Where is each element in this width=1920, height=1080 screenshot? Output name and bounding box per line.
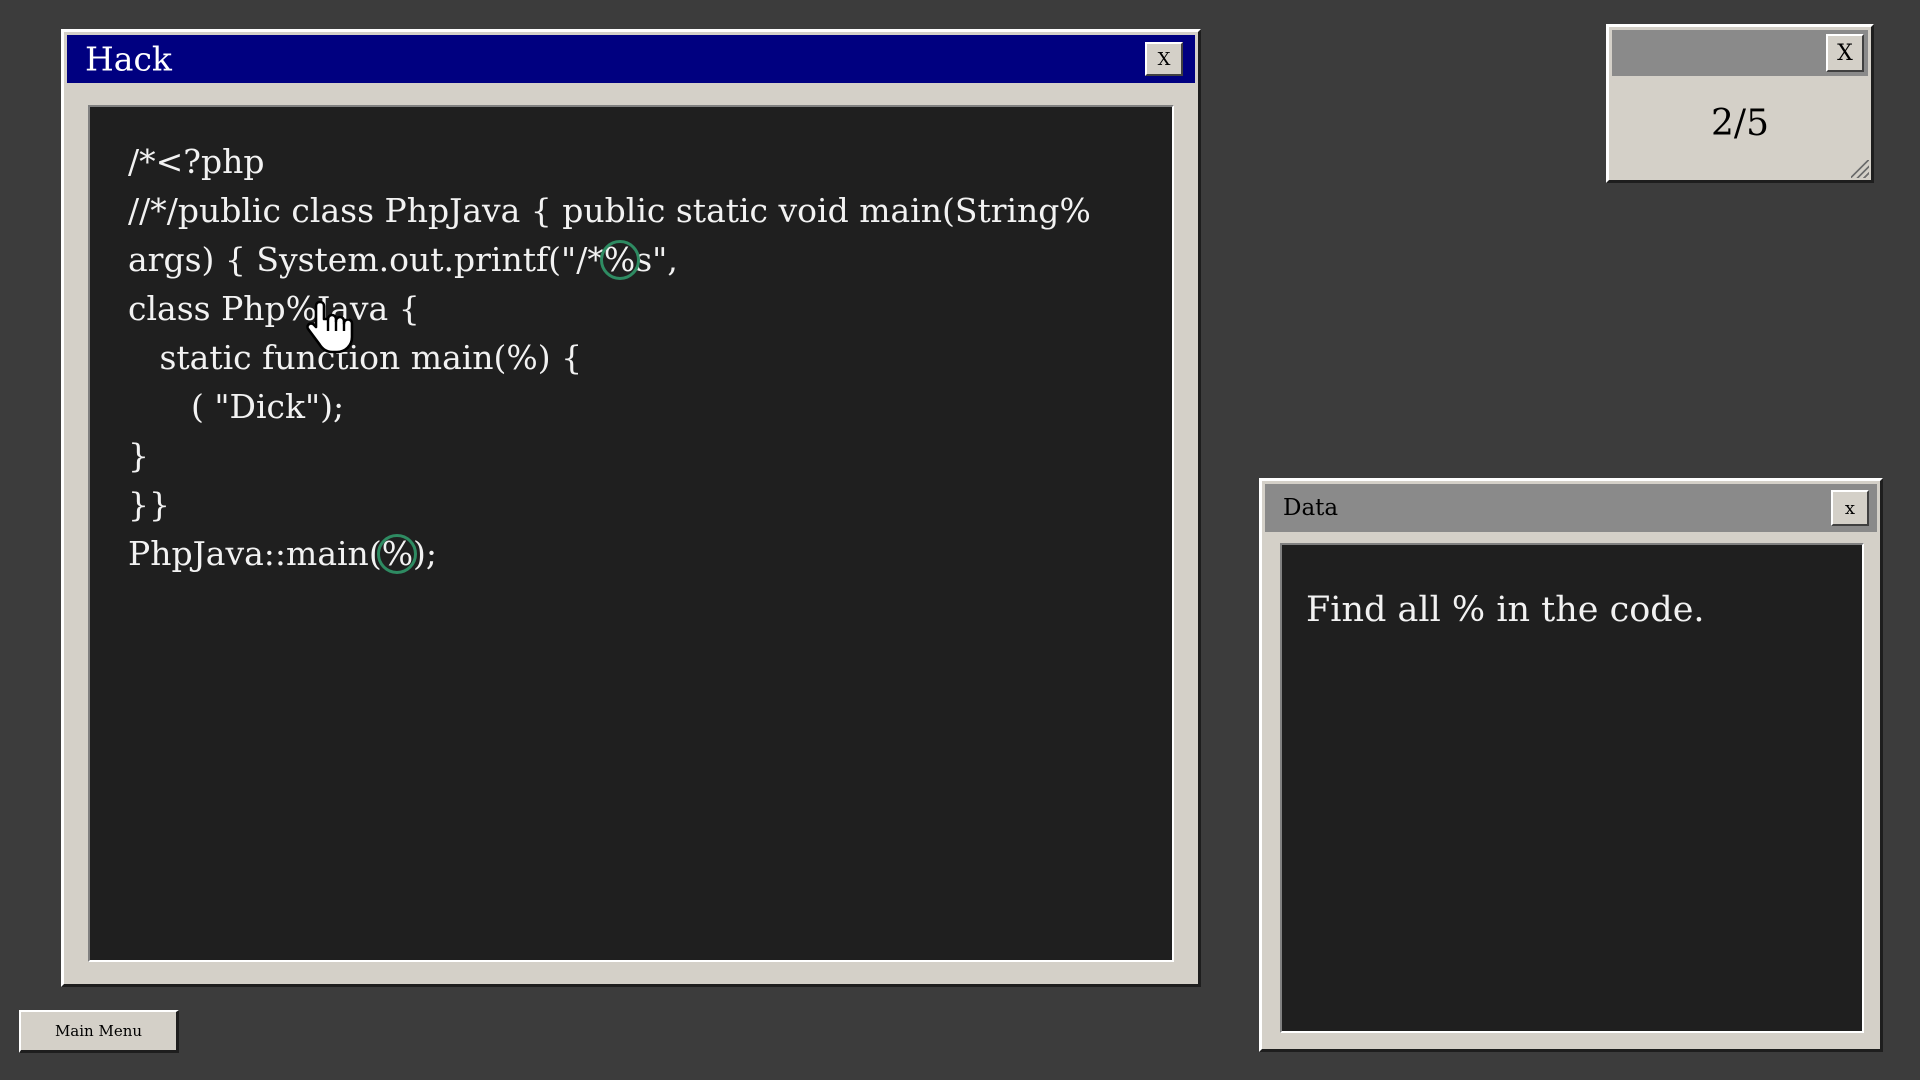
counter-window: X 2/5 [1606, 24, 1874, 183]
code-text: s", [635, 240, 678, 279]
code-text: }} [128, 485, 170, 524]
hack-close-button[interactable]: X [1145, 42, 1183, 76]
instruction-text: Find all % in the code. [1306, 590, 1705, 630]
code-line: args) { System.out.printf("/*%s", [128, 235, 1091, 284]
percent-target[interactable]: % [286, 284, 317, 333]
progress-counter: 2/5 [1711, 103, 1769, 144]
data-panel: Find all % in the code. [1280, 543, 1864, 1033]
code-line: static function main(%) { [128, 333, 1091, 382]
percent-target-found[interactable]: % [599, 235, 640, 284]
code-panel: /*<?php //*/public class PhpJava { public… [88, 105, 1174, 962]
code-text: ( "Dick"); [190, 387, 345, 426]
code-block: /*<?php //*/public class PhpJava { public… [128, 137, 1091, 578]
code-text: args) { System.out.printf("/* [128, 240, 604, 279]
hack-titlebar[interactable]: Hack X [67, 35, 1195, 83]
counter-titlebar[interactable]: X [1612, 30, 1868, 76]
code-text: static function main( [159, 338, 507, 377]
code-text: Java { [317, 289, 420, 328]
code-text: PhpJava::main( [128, 534, 382, 573]
code-line: }} [128, 480, 1091, 529]
hack-window: Hack X /*<?php //*/public class PhpJava {… [61, 29, 1201, 987]
data-window: Data x Find all % in the code. [1259, 478, 1883, 1052]
code-text: class Php [128, 289, 286, 328]
code-line: ( "Dick"); [128, 382, 1091, 431]
hack-window-title: Hack [85, 39, 172, 79]
percent-target[interactable]: % [506, 333, 537, 382]
code-line: class Php%Java { [128, 284, 1091, 333]
percent-target-found[interactable]: % [377, 529, 418, 578]
counter-close-button[interactable]: X [1826, 34, 1864, 72]
data-window-title: Data [1283, 495, 1339, 521]
code-text: } [128, 436, 149, 475]
code-text: ) { [537, 338, 583, 377]
main-menu-button[interactable]: Main Menu [19, 1010, 179, 1053]
data-titlebar[interactable]: Data x [1265, 484, 1877, 532]
code-line: //*/public class PhpJava { public static… [128, 186, 1091, 235]
data-close-button[interactable]: x [1831, 490, 1869, 526]
code-text: /*<?php [128, 142, 265, 181]
percent-target[interactable]: % [1059, 186, 1090, 235]
code-line: /*<?php [128, 137, 1091, 186]
code-text: //*/public class PhpJava { public static… [128, 191, 1060, 230]
code-line: PhpJava::main(%); [128, 529, 1091, 578]
resize-grip-icon[interactable] [1851, 160, 1869, 178]
code-line: } [128, 431, 1091, 480]
